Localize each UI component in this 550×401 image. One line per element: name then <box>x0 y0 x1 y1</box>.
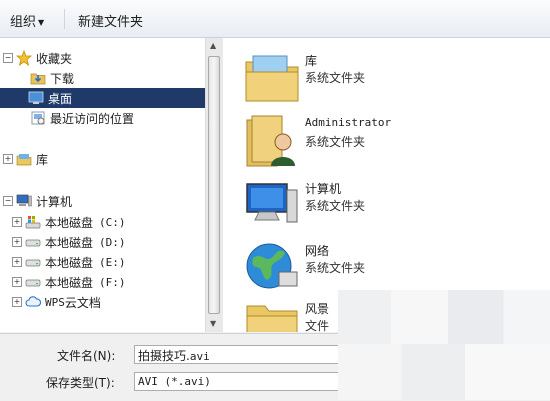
nav-libraries-label: 库 <box>36 152 49 167</box>
nav-recent-places[interactable]: 最近访问的位置 <box>30 108 200 128</box>
drive-label: 本地磁盘 <box>45 255 94 270</box>
nav-computer[interactable]: − 计算机 <box>3 191 203 211</box>
expand-icon[interactable]: + <box>3 154 13 164</box>
item-type: 系统文件夹 <box>305 199 366 213</box>
save-type-value: AVI (*.avi) <box>138 375 211 388</box>
nav-favorites-label: 收藏夹 <box>36 51 73 66</box>
drive-letter: (C:) <box>99 215 126 229</box>
item-name: 计算机 <box>305 182 342 196</box>
collapse-icon[interactable]: − <box>3 53 13 63</box>
downloads-folder-icon <box>30 70 46 86</box>
libraries-folder-icon <box>243 48 301 106</box>
nav-drive-d[interactable]: + 本地磁盘 (D:) <box>12 232 202 252</box>
star-icon <box>16 50 32 66</box>
item-type: 系统文件夹 <box>305 261 366 275</box>
expand-icon[interactable]: + <box>12 237 22 247</box>
item-name: 网络 <box>305 244 330 258</box>
filename-input[interactable]: 拍摄技巧.avi <box>134 345 340 364</box>
scroll-up-arrow-icon[interactable]: ▲ <box>210 41 216 50</box>
system-drive-icon <box>25 214 41 230</box>
drive-icon <box>25 274 41 290</box>
nav-favorites[interactable]: − 收藏夹 <box>3 48 203 68</box>
network-globe-icon <box>243 238 301 296</box>
user-folder-icon <box>243 112 301 170</box>
expand-icon[interactable]: + <box>12 217 22 227</box>
content-item-computer[interactable]: 计算机 系统文件夹 <box>243 176 543 236</box>
organize-button[interactable]: 组织 ▼ <box>10 11 44 30</box>
nav-drive-e[interactable]: + 本地磁盘 (E:) <box>12 252 202 272</box>
content-item-administrator[interactable]: Administrator 系统文件夹 <box>243 112 543 172</box>
nav-drive-f[interactable]: + 本地磁盘 (F:) <box>12 272 202 292</box>
nav-downloads-label: 下载 <box>50 71 75 86</box>
wps-prefix: WPS <box>45 295 65 309</box>
item-name: Administrator <box>305 116 392 129</box>
library-icon <box>16 151 32 167</box>
nav-recent-label: 最近访问的位置 <box>50 111 135 126</box>
collapse-icon[interactable]: − <box>3 196 13 206</box>
dropdown-arrow-icon: ▼ <box>38 18 45 27</box>
item-name: 库 <box>305 54 318 68</box>
item-type: 系统文件夹 <box>305 71 366 85</box>
organize-label: 组织 <box>10 15 37 30</box>
item-type: 系统文件夹 <box>305 135 366 149</box>
new-folder-button[interactable]: 新建文件夹 <box>78 11 143 30</box>
cloud-icon <box>25 294 41 310</box>
expand-icon[interactable]: + <box>12 277 22 287</box>
folder-icon <box>243 296 301 332</box>
filename-extension: avi <box>189 350 210 363</box>
content-pane: 库 系统文件夹 Administrator 系统文件夹 计算机 系统文件夹 网络… <box>223 38 550 332</box>
filename-value: 拍摄技巧. <box>138 349 190 363</box>
drive-icon <box>25 234 41 250</box>
nav-drive-c[interactable]: + 本地磁盘 (C:) <box>12 212 202 232</box>
toolbar-divider <box>64 9 65 29</box>
scroll-down-arrow-icon[interactable]: ▼ <box>210 319 216 328</box>
nav-wps-cloud[interactable]: + WPS 云文档 <box>12 292 202 312</box>
drive-letter: (E:) <box>99 255 126 269</box>
drive-label: 本地磁盘 <box>45 215 94 230</box>
desktop-icon <box>28 90 44 106</box>
navigation-pane: − 收藏夹 下载 桌面 最近访问的位置 + 库 − 计算机 + 本地磁盘 (C:… <box>0 38 205 332</box>
item-name: 风景 <box>305 302 330 316</box>
scrollbar-thumb[interactable] <box>208 56 220 314</box>
filename-label: 文件名(N): <box>57 349 116 363</box>
nav-computer-label: 计算机 <box>36 194 73 209</box>
item-type: 文件 <box>305 319 330 332</box>
computer-icon <box>16 193 32 209</box>
save-type-label: 保存类型(T): <box>46 376 115 390</box>
drive-icon <box>25 254 41 270</box>
toolbar: 组织 ▼ 新建文件夹 <box>0 0 550 38</box>
nav-desktop-label: 桌面 <box>48 91 73 106</box>
nav-scrollbar[interactable]: ▲ ▼ <box>205 38 223 332</box>
recent-places-icon <box>30 110 46 126</box>
drive-label: 本地磁盘 <box>45 235 94 250</box>
content-item-libraries[interactable]: 库 系统文件夹 <box>243 48 543 108</box>
save-type-select[interactable]: AVI (*.avi) <box>134 372 340 391</box>
expand-icon[interactable]: + <box>12 257 22 267</box>
drive-letter: (F:) <box>99 275 126 289</box>
pixelated-area <box>338 290 550 400</box>
nav-libraries[interactable]: + 库 <box>3 149 203 169</box>
nav-downloads[interactable]: 下载 <box>30 68 200 88</box>
wps-label: 云文档 <box>64 295 101 310</box>
drive-letter: (D:) <box>99 235 126 249</box>
expand-icon[interactable]: + <box>12 297 22 307</box>
nav-desktop[interactable]: 桌面 <box>0 88 205 108</box>
content-item-network[interactable]: 网络 系统文件夹 <box>243 238 543 298</box>
computer-icon <box>243 176 301 234</box>
drive-label: 本地磁盘 <box>45 275 94 290</box>
